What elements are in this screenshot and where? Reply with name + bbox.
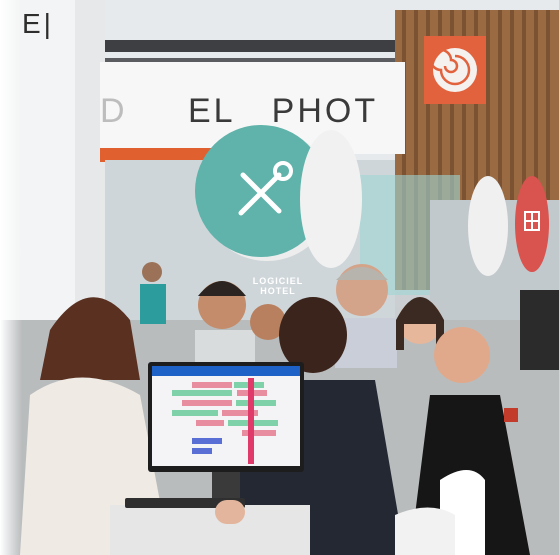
hand bbox=[215, 500, 245, 524]
trade-show-photo: E| D EL PHOT LOGICIEL HOTEL bbox=[0, 0, 559, 555]
left-edge-fade bbox=[0, 0, 22, 555]
monitor-screen bbox=[152, 366, 300, 466]
monitor bbox=[148, 362, 304, 472]
